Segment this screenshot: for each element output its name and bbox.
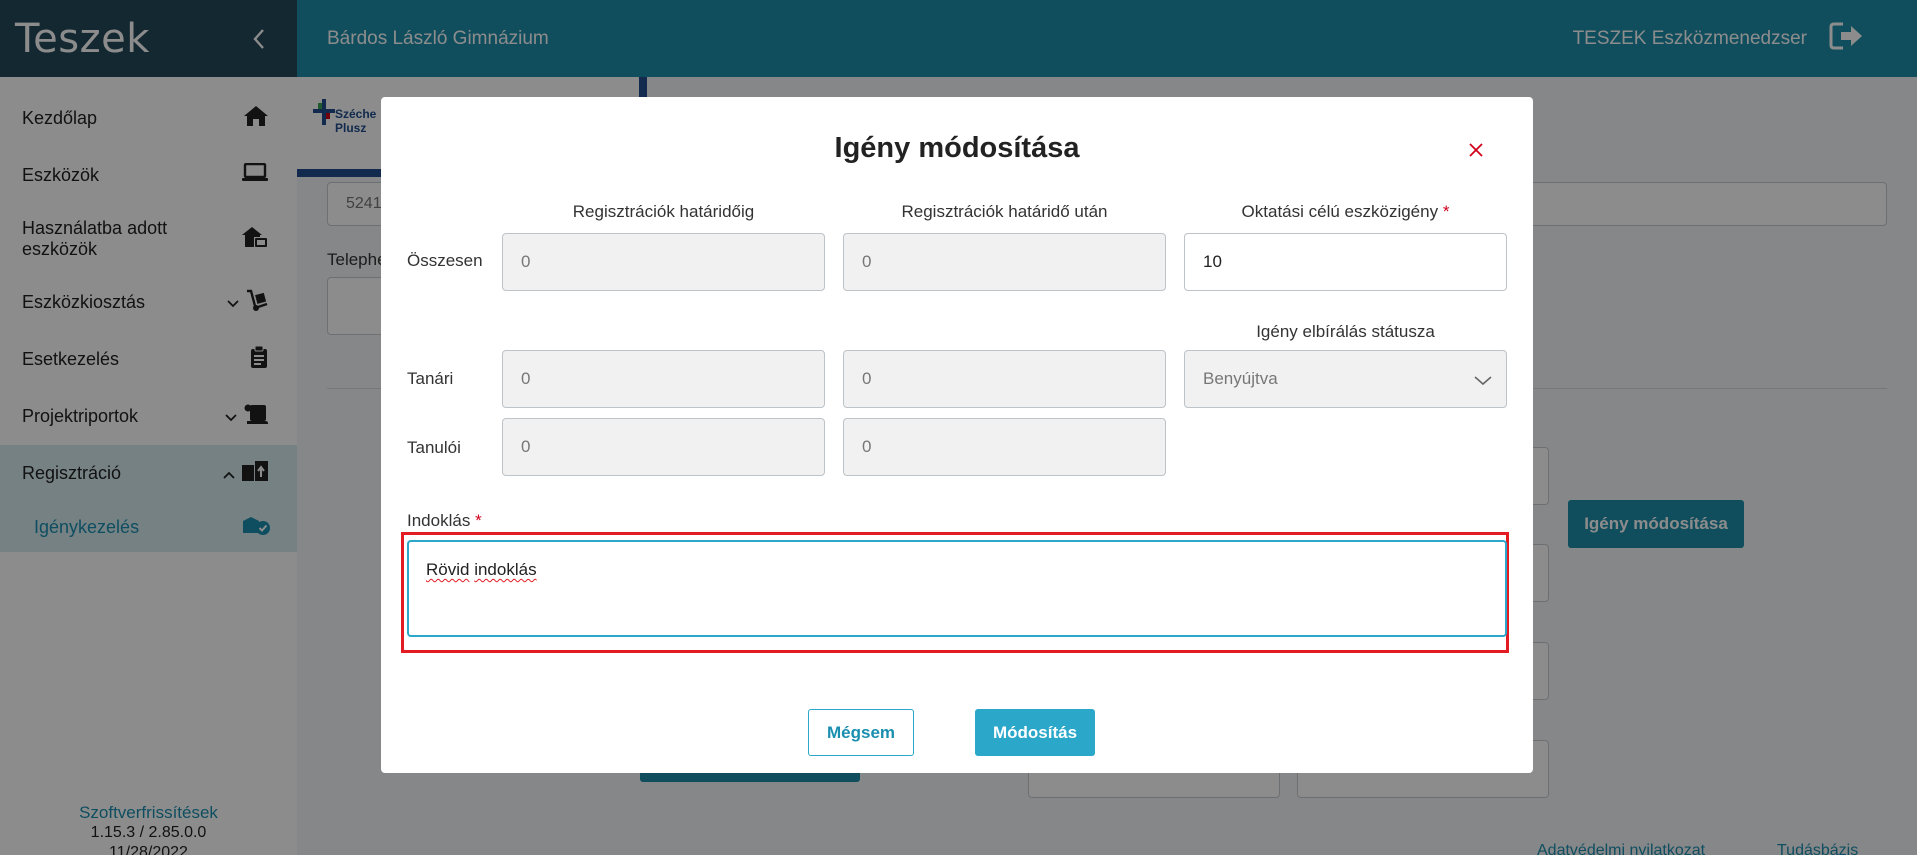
required-mark: * [475,511,482,530]
reason-word-1: Rövid [426,560,470,579]
submit-button[interactable]: Módosítás [975,709,1095,756]
reason-label-text: Indoklás [407,511,471,530]
row-label-student: Tanulói [407,438,461,457]
reason-textarea[interactable]: Rövid indoklás [407,540,1507,637]
student-after-input: 0 [843,418,1166,476]
status-select[interactable]: Benyújtva [1184,350,1507,408]
reason-label: Indoklás * [407,511,482,531]
required-mark: * [1442,202,1450,221]
teacher-after-input: 0 [843,350,1166,408]
total-after-input: 0 [843,233,1166,291]
student-before-input: 0 [502,418,825,476]
close-icon[interactable] [1465,139,1487,161]
chevron-down-icon [1474,371,1492,391]
row-label-teacher: Tanári [407,369,454,388]
col-head-status: Igény elbírálás státusza [1256,322,1435,341]
row-label-total: Összesen [407,251,483,270]
modal-title: Igény módosítása [834,132,1080,164]
cancel-button[interactable]: Mégsem [808,709,914,756]
col-head-after-deadline: Regisztrációk határidő után [901,202,1108,221]
total-before-input: 0 [502,233,825,291]
modify-request-modal: Igény módosítása Regisztrációk határidői… [381,97,1533,773]
col-head-edu-demand: Oktatási célú eszközigény * [1184,202,1507,222]
reason-word-2: indoklás [474,560,537,579]
teacher-before-input: 0 [502,350,825,408]
col-head-before-deadline: Regisztrációk határidőig [572,202,755,221]
col-head-edu-demand-text: Oktatási célú eszközigény [1241,202,1439,221]
edu-demand-input[interactable]: 10 [1184,233,1507,291]
status-select-value: Benyújtva [1203,369,1278,388]
